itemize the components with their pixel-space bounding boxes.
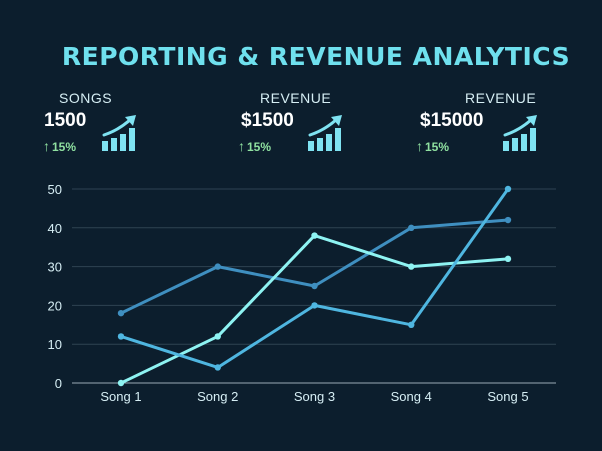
data-point: [311, 302, 318, 309]
series-line-3: [119, 187, 510, 369]
x-tick-label: Song 5: [487, 389, 528, 404]
data-point: [214, 263, 221, 270]
y-tick-label: 0: [55, 376, 62, 391]
y-tick-label: 10: [48, 337, 62, 352]
data-point: [408, 224, 415, 231]
data-point: [214, 333, 221, 340]
x-tick-label: Song 3: [294, 389, 335, 404]
line-chart: 0 10 20 30 40 50 Song 1 Song 2 Song 3 Song 4 Song …: [48, 182, 556, 404]
data-point: [504, 255, 512, 263]
data-point: [408, 321, 415, 328]
data-point: [311, 282, 318, 290]
x-tick-label: Song 1: [100, 389, 141, 404]
data-point: [504, 185, 512, 193]
x-tick-label: Song 4: [391, 389, 432, 404]
series-line-2: [119, 234, 510, 385]
x-tick-label: Song 2: [197, 389, 238, 404]
data-point: [117, 309, 125, 317]
y-tick-label: 20: [48, 298, 62, 313]
data-point: [117, 379, 125, 387]
data-point: [408, 263, 415, 270]
y-tick-label: 50: [48, 182, 62, 197]
data-point: [311, 232, 318, 239]
y-tick-label: 30: [48, 260, 62, 275]
y-tick-label: 40: [48, 221, 62, 236]
data-point: [214, 364, 221, 371]
data-point: [117, 333, 125, 340]
data-point: [504, 216, 512, 224]
